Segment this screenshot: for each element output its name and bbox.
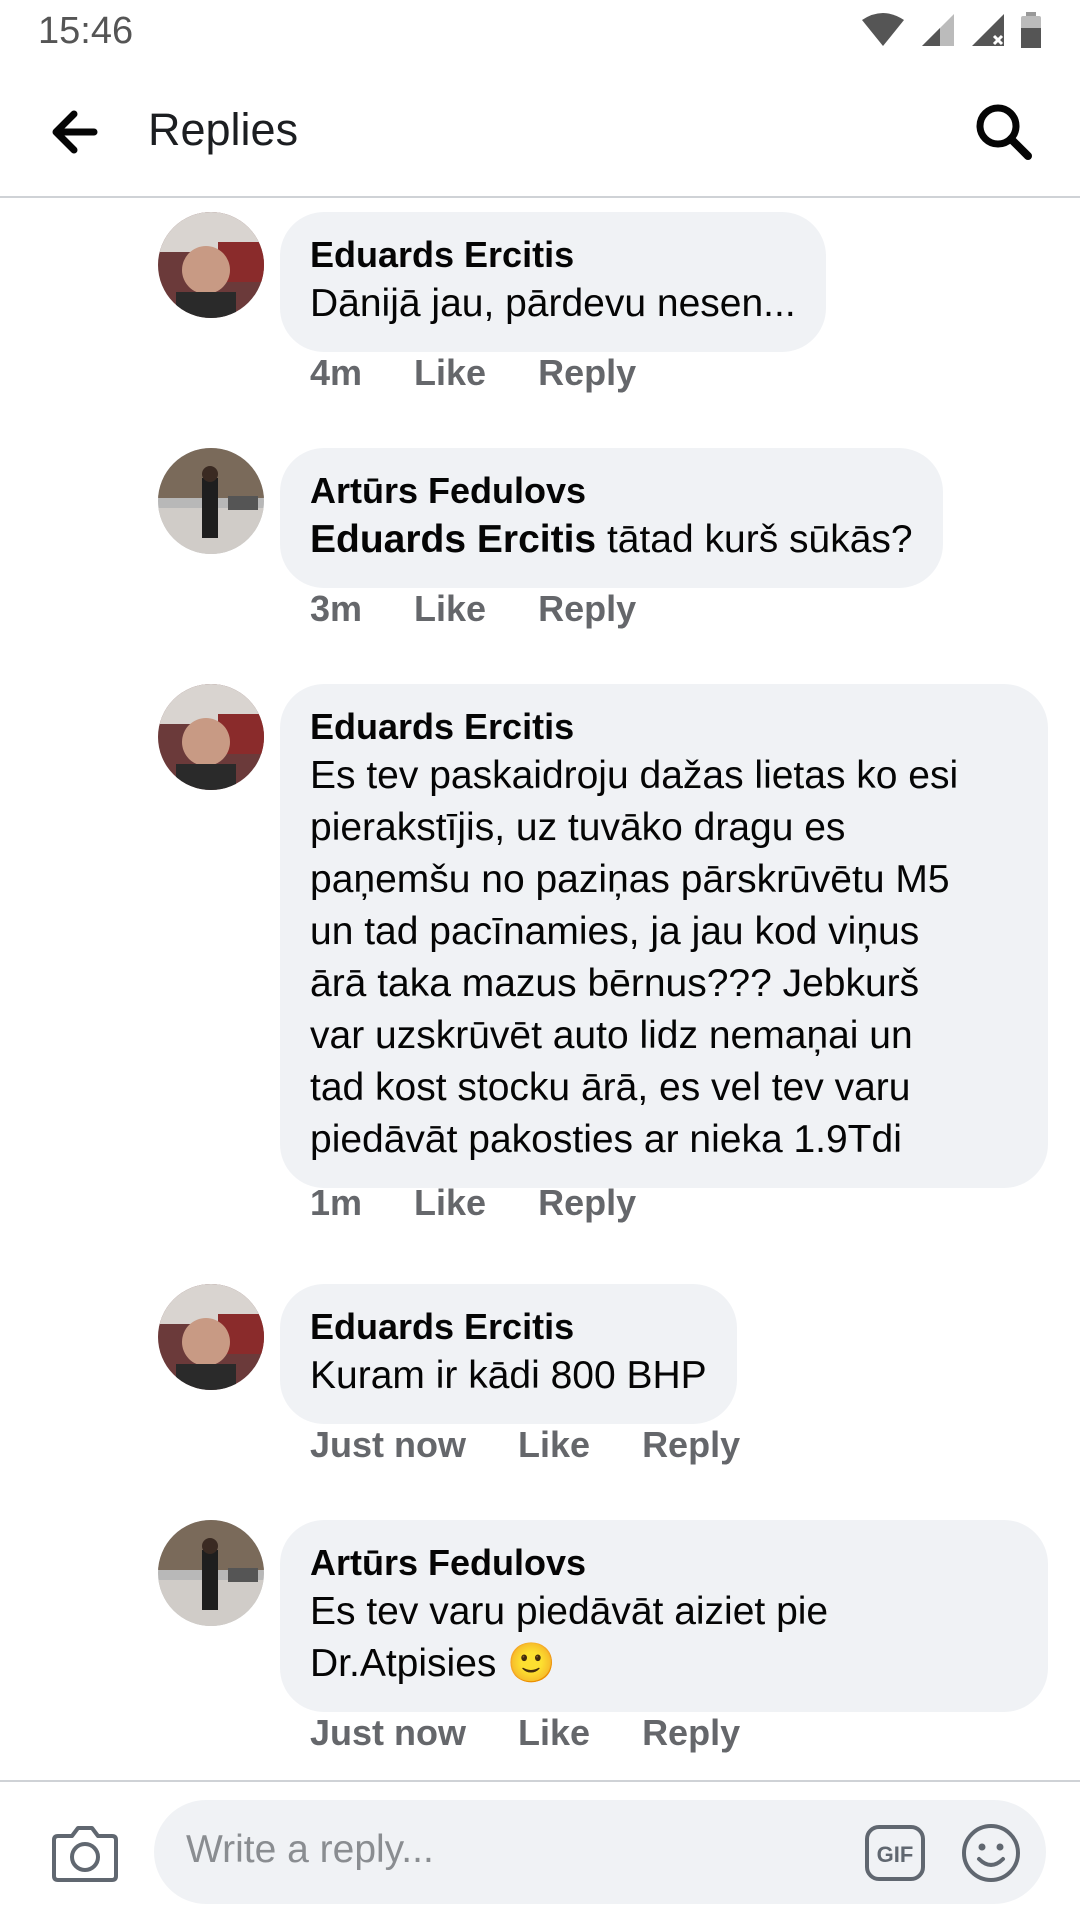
- comment-time[interactable]: Just now: [310, 1424, 466, 1466]
- camera-button[interactable]: [50, 1820, 120, 1884]
- reply-composer: Write a reply... GIF: [0, 1780, 1080, 1920]
- comment-bubble[interactable]: Eduards Ercitis Es tev paskaidroju dažas…: [280, 684, 1048, 1188]
- gif-icon: GIF: [865, 1825, 925, 1881]
- comment-time[interactable]: 1m: [310, 1182, 362, 1224]
- gif-label: GIF: [877, 1842, 914, 1867]
- smiley-icon: [962, 1824, 1020, 1882]
- comment-actions: 4m Like Reply: [310, 352, 636, 394]
- comment-text: Dānijā jau, pārdevu nesen...: [310, 282, 796, 325]
- reply-button[interactable]: Reply: [642, 1424, 740, 1466]
- signal-off-icon: [972, 14, 1004, 46]
- comment-bubble[interactable]: Eduards Ercitis Dānijā jau, pārdevu nese…: [280, 212, 826, 352]
- comment-text-body: tātad kurš sūkās?: [596, 518, 913, 561]
- comment-text-line: var uzskrūvēt auto lidz nemaņai un: [310, 1014, 913, 1057]
- avatar[interactable]: [158, 448, 264, 554]
- avatar[interactable]: [158, 1284, 264, 1390]
- comment-text-line: piedāvāt pakosties ar nieka 1.9Tdi: [310, 1118, 902, 1161]
- status-time: 15:46: [38, 10, 134, 52]
- like-button[interactable]: Like: [414, 352, 486, 394]
- page-title: Replies: [148, 104, 299, 155]
- comment-author[interactable]: Eduards Ercitis: [310, 1304, 707, 1350]
- app-header: Replies: [0, 66, 1080, 198]
- mention-link[interactable]: Eduards Ercitis: [310, 518, 596, 561]
- comment-time[interactable]: 3m: [310, 588, 362, 630]
- comment-author[interactable]: Artūrs Fedulovs: [310, 1540, 1018, 1586]
- reply-button[interactable]: Reply: [642, 1712, 740, 1754]
- smiley-emoji: 🙂: [507, 1642, 556, 1685]
- comment-author[interactable]: Eduards Ercitis: [310, 704, 1018, 750]
- like-button[interactable]: Like: [414, 1182, 486, 1224]
- avatar[interactable]: [158, 1520, 264, 1626]
- comment-text-line: Es tev varu piedāvāt aiziet pie: [310, 1590, 829, 1633]
- avatar-image: [158, 684, 264, 790]
- reply-button[interactable]: Reply: [538, 588, 636, 630]
- comment-bubble[interactable]: Artūrs Fedulovs Es tev varu piedāvāt aiz…: [280, 1520, 1048, 1712]
- comment-text-line: tad kost stocku ārā, es vel tev varu: [310, 1066, 911, 1109]
- comment-text-line: Es tev paskaidroju dažas lietas ko esi: [310, 754, 959, 797]
- comment-bubble[interactable]: Eduards Ercitis Kuram ir kādi 800 BHP: [280, 1284, 737, 1424]
- like-button[interactable]: Like: [414, 588, 486, 630]
- avatar[interactable]: [158, 684, 264, 790]
- comment-bubble[interactable]: Artūrs Fedulovs Eduards Ercitis tātad ku…: [280, 448, 943, 588]
- comment-author[interactable]: Eduards Ercitis: [310, 232, 796, 278]
- signal-icon: [922, 14, 954, 46]
- battery-icon: [1021, 12, 1041, 48]
- comment-text-line: un tad pacīnamies, ja jau kod viņus: [310, 910, 920, 953]
- reply-input-placeholder[interactable]: Write a reply...: [186, 1828, 434, 1872]
- comment-actions: 3m Like Reply: [310, 588, 636, 630]
- arrow-left-icon: [52, 110, 98, 154]
- back-button[interactable]: [44, 102, 104, 162]
- avatar-image: [158, 212, 264, 318]
- comment-text: Eduards Ercitis tātad kurš sūkās?: [310, 514, 913, 566]
- reply-button[interactable]: Reply: [538, 352, 636, 394]
- emoji-button[interactable]: [960, 1822, 1022, 1884]
- reply-button[interactable]: Reply: [538, 1182, 636, 1224]
- comment-text-line: paņemšu no paziņas pārskrūvētu M5: [310, 858, 950, 901]
- comment-text-line: ārā taka mazus bērnus??? Jebkurš: [310, 962, 920, 1005]
- avatar-image: [158, 1284, 264, 1390]
- comment-actions: Just now Like Reply: [310, 1712, 740, 1754]
- gif-button[interactable]: GIF: [864, 1824, 926, 1882]
- wifi-icon: [862, 13, 904, 46]
- status-icons: [860, 12, 1042, 48]
- replies-list[interactable]: Eduards Ercitis Dānijā jau, pārdevu nese…: [0, 198, 1080, 1780]
- avatar-image: [158, 1520, 264, 1626]
- comment-text-line: pierakstījis, uz tuvāko dragu es: [310, 806, 846, 849]
- comment-text: Kuram ir kādi 800 BHP: [310, 1354, 707, 1397]
- comment-text-line: Dr.Atpisies 🙂: [310, 1638, 1018, 1690]
- comment-author[interactable]: Artūrs Fedulovs: [310, 468, 913, 514]
- status-bar: 15:46: [0, 0, 1080, 66]
- avatar-image: [158, 448, 264, 554]
- avatar[interactable]: [158, 212, 264, 318]
- comment-time[interactable]: Just now: [310, 1712, 466, 1754]
- search-icon: [976, 104, 1032, 160]
- like-button[interactable]: Like: [518, 1712, 590, 1754]
- comment-text-line-body: Dr.Atpisies: [310, 1642, 497, 1685]
- like-button[interactable]: Like: [518, 1424, 590, 1466]
- search-button[interactable]: [972, 100, 1036, 164]
- comment-time[interactable]: 4m: [310, 352, 362, 394]
- comment-actions: Just now Like Reply: [310, 1424, 740, 1466]
- camera-icon: [52, 1826, 118, 1882]
- comment-actions: 1m Like Reply: [310, 1182, 636, 1224]
